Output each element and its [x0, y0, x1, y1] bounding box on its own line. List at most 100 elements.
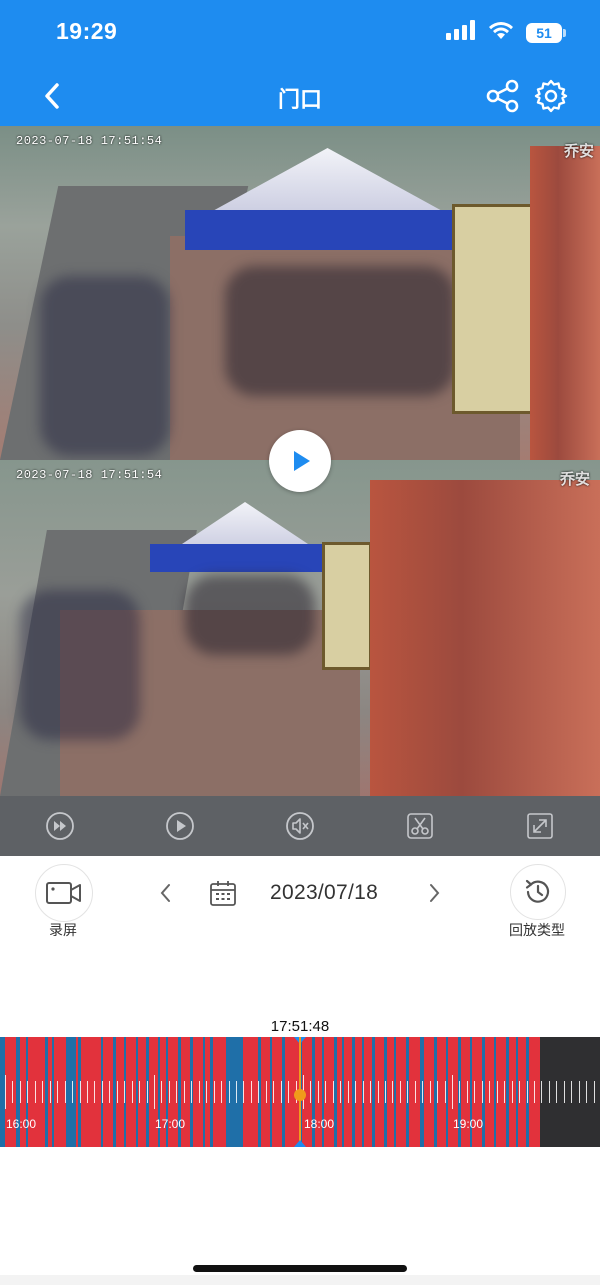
- history-clock-icon: [525, 879, 550, 903]
- timeline-event-marker: [506, 1037, 509, 1147]
- timeline-event-marker: [282, 1037, 285, 1147]
- shop-wall: [530, 146, 600, 460]
- home-indicator: [193, 1265, 407, 1272]
- timeline-tick: [228, 1081, 230, 1103]
- record-screen-button[interactable]: [35, 864, 93, 922]
- timeline-tick: [79, 1081, 81, 1103]
- video-camera-icon: [46, 882, 81, 904]
- timeline-tick: [27, 1081, 29, 1103]
- signal-icon: [446, 20, 476, 45]
- timeline-tick: [489, 1081, 491, 1103]
- timeline-event-marker: [210, 1037, 213, 1147]
- timeline-event-marker: [342, 1037, 344, 1147]
- speed-button[interactable]: [44, 810, 76, 842]
- recording-timeline[interactable]: 16:00 17:00 18:00 19:00: [0, 1037, 600, 1147]
- timeline-tick: [94, 1081, 96, 1103]
- timeline-tick: [288, 1081, 290, 1103]
- record-screen-label: 录屏: [49, 922, 77, 938]
- timeline-tick: [310, 1081, 312, 1103]
- timeline-label: 19:00: [453, 1117, 484, 1131]
- nav-bar: 门口: [0, 66, 600, 126]
- expand-icon: [527, 813, 553, 839]
- timeline-tick: [437, 1081, 439, 1103]
- playback-type-button[interactable]: [510, 864, 566, 920]
- timeline-tick: [407, 1081, 409, 1103]
- settings-button[interactable]: [532, 77, 570, 115]
- bottom-strip: [0, 1275, 600, 1285]
- timeline-tick: [101, 1081, 103, 1103]
- timeline-event-marker: [113, 1037, 116, 1147]
- timeline-tick: [273, 1081, 275, 1103]
- status-time: 19:29: [56, 18, 118, 44]
- timeline-tick: [474, 1081, 476, 1103]
- timeline-tick: [511, 1081, 513, 1103]
- next-day-button[interactable]: [422, 880, 448, 906]
- timeline-tick: [414, 1081, 416, 1103]
- video-player[interactable]: 2023-07-18 17:51:54 乔安 2023-07-18 17:51:…: [0, 126, 600, 796]
- timeline-tick: [213, 1081, 215, 1103]
- timeline-tick: [399, 1081, 401, 1103]
- timeline-tick: [459, 1081, 461, 1103]
- timeline-tick: [519, 1081, 520, 1103]
- feed-timestamp: 2023-07-18 17:51:54: [16, 468, 163, 482]
- fast-forward-icon: [46, 812, 74, 840]
- timeline-event-marker: [52, 1037, 54, 1147]
- timeline-tick: [340, 1081, 342, 1103]
- timeline-tick: [5, 1075, 6, 1109]
- timeline-tick: [347, 1081, 349, 1103]
- timeline-tick: [370, 1081, 371, 1103]
- timeline-tick: [250, 1081, 252, 1103]
- chevron-right-icon: [430, 884, 440, 902]
- timeline-tick: [198, 1081, 200, 1103]
- standing-people: [20, 590, 140, 740]
- status-icons: 51: [446, 20, 566, 45]
- timeline-label: 17:00: [155, 1117, 186, 1131]
- play-button[interactable]: [269, 430, 331, 492]
- timeline-cursor-bottom: [294, 1140, 306, 1147]
- status-bar: 19:29 51: [0, 0, 600, 66]
- mute-button[interactable]: [284, 810, 316, 842]
- battery-indicator: 51: [526, 22, 566, 43]
- timeline-label: 16:00: [6, 1117, 37, 1131]
- previous-day-button[interactable]: [152, 880, 178, 906]
- timeline-event-marker: [516, 1037, 518, 1147]
- feed-timestamp: 2023-07-18 17:51:54: [16, 134, 163, 148]
- timeline-tick: [444, 1081, 446, 1103]
- timeline-tick: [57, 1081, 59, 1103]
- fullscreen-button[interactable]: [524, 810, 556, 842]
- timeline-tick: [176, 1081, 178, 1103]
- share-button[interactable]: [484, 77, 522, 115]
- timeline-tick: [161, 1081, 163, 1103]
- timeline-tick: [571, 1081, 573, 1103]
- timeline-tick: [49, 1081, 51, 1103]
- timeline-event-marker: [394, 1037, 396, 1147]
- timeline-tick: [72, 1081, 74, 1103]
- timeline-cursor-handle[interactable]: [294, 1089, 306, 1101]
- standing-people: [40, 276, 170, 456]
- timeline-tick: [586, 1081, 588, 1103]
- timeline-label: 18:00: [304, 1117, 335, 1131]
- seated-crowd: [225, 266, 455, 396]
- timeline-tick: [183, 1081, 185, 1103]
- timeline-tick: [116, 1081, 118, 1103]
- timeline-tick: [34, 1081, 36, 1103]
- selected-date[interactable]: 2023/07/18: [270, 881, 378, 905]
- timeline-tick: [191, 1081, 193, 1103]
- clip-button[interactable]: [404, 810, 436, 842]
- timeline-tick: [221, 1081, 222, 1103]
- timeline-tick: [578, 1081, 580, 1103]
- timeline-tick: [384, 1081, 386, 1103]
- seated-crowd: [185, 575, 315, 655]
- play-circle-icon: [166, 812, 194, 840]
- canopy-top: [200, 148, 455, 218]
- timeline-tick: [64, 1081, 66, 1103]
- share-icon: [486, 79, 519, 113]
- play-pause-button[interactable]: [164, 810, 196, 842]
- timeline-tick: [124, 1081, 126, 1103]
- calendar-button[interactable]: [208, 878, 238, 908]
- timeline-tick: [87, 1081, 88, 1103]
- timeline-event-marker: [494, 1037, 496, 1147]
- canopy-valance: [150, 544, 330, 572]
- timeline-tick: [504, 1081, 506, 1103]
- timeline-tick: [332, 1081, 334, 1103]
